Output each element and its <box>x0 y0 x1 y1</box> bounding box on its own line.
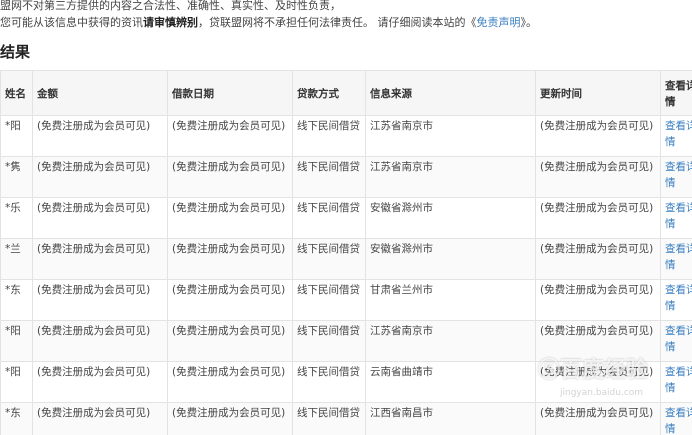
view-detail-link[interactable]: 查看详情 <box>665 284 692 312</box>
cell-amount: (免费注册成为会员可见) <box>32 115 168 157</box>
cell-source: 安徽省滁州市 <box>365 197 536 239</box>
disclaimer-suffix: 》。 <box>520 16 538 29</box>
cell-updated: (免费注册成为会员可见) <box>535 279 661 321</box>
cell-name: *阳 <box>0 115 33 157</box>
cell-source: 江苏省南京市 <box>365 320 536 362</box>
cell-date: (免费注册成为会员可见) <box>167 361 293 403</box>
cell-detail: 查看详情 <box>660 320 692 362</box>
header-updated: 更新时间 <box>535 70 661 116</box>
cell-updated: (免费注册成为会员可见) <box>535 197 661 239</box>
view-detail-link[interactable]: 查看详情 <box>665 161 692 189</box>
table-row: *兰 (免费注册成为会员可见) (免费注册成为会员可见) 线下民间借贷 安徽省滁州市 (免… <box>0 238 692 280</box>
cell-amount: (免费注册成为会员可见) <box>32 402 168 435</box>
cell-detail: 查看详情 <box>660 402 692 435</box>
results-table: 姓名 金额 借款日期 贷款方式 信息来源 更新时间 查看详情 *阳(免费注册成为… <box>0 70 692 435</box>
header-source: 信息来源 <box>365 70 536 116</box>
cell-detail: 查看详情 <box>660 115 692 157</box>
cell-method: 线下民间借贷 <box>292 197 366 239</box>
disclaimer-prefix: 您可能从该信息中获得的资讯 <box>0 16 143 29</box>
table-row: *阳 (免费注册成为会员可见) (免费注册成为会员可见) 线下民间借贷 江苏省南京市 (免… <box>0 115 692 157</box>
cell-date: (免费注册成为会员可见) <box>167 238 293 280</box>
header-amount: 金额 <box>32 70 168 116</box>
cell-updated: (免费注册成为会员可见) <box>535 115 661 157</box>
cell-updated: (免费注册成为会员可见) <box>535 402 661 435</box>
cell-source: 安徽省滁州市 <box>365 238 536 280</box>
cell-date: (免费注册成为会员可见) <box>167 320 293 362</box>
cell-method: 线下民间借贷 <box>292 361 366 403</box>
cell-amount: (免费注册成为会员可见) <box>32 238 168 280</box>
cell-date: (免费注册成为会员可见) <box>167 197 293 239</box>
view-detail-link[interactable]: 查看详情 <box>665 366 692 394</box>
cell-source: 江苏省南京市 <box>365 156 536 198</box>
cell-name: *阳 <box>0 320 33 362</box>
header-method: 贷款方式 <box>292 70 366 116</box>
cell-date: (免费注册成为会员可见) <box>167 115 293 157</box>
view-detail-link[interactable]: 查看详情 <box>665 202 692 230</box>
cell-amount: (免费注册成为会员可见) <box>32 156 168 198</box>
cell-name: *东 <box>0 279 33 321</box>
header-name: 姓名 <box>0 70 33 116</box>
disclaimer-link[interactable]: 免责声明 <box>477 16 521 29</box>
table-row: *东 (免费注册成为会员可见) (免费注册成为会员可见) 线下民间借贷 甘肃省兰州市 (免… <box>0 279 692 321</box>
results-title: 结果 <box>0 43 31 61</box>
cell-amount: (免费注册成为会员可见) <box>32 361 168 403</box>
cell-method: 线下民间借贷 <box>292 156 366 198</box>
cell-updated: (免费注册成为会员可见) <box>535 320 661 362</box>
disclaimer-middle: ，贷联盟网将不承担任何法律责任。 请仔细阅读本站的《 <box>198 16 477 29</box>
cell-amount: (免费注册成为会员可见) <box>32 320 168 362</box>
cell-detail: 查看详情 <box>660 156 692 198</box>
cell-method: 线下民间借贷 <box>292 279 366 321</box>
view-detail-link[interactable]: 查看详情 <box>665 407 692 435</box>
cell-method: 线下民间借贷 <box>292 238 366 280</box>
cell-name: *兰 <box>0 238 33 280</box>
cell-name: *乐 <box>0 197 33 239</box>
table-row: *阳 (免费注册成为会员可见) (免费注册成为会员可见) 线下民间借贷 云南省曲靖市 (免… <box>0 361 692 403</box>
table-row: *隽 (免费注册成为会员可见) (免费注册成为会员可见) 线下民间借贷 江苏省南京市 (免… <box>0 156 692 198</box>
cell-detail: 查看详情 <box>660 279 692 321</box>
cell-updated: (免费注册成为会员可见) <box>535 361 661 403</box>
cell-source: 云南省曲靖市 <box>365 361 536 403</box>
cell-source: 江西省南昌市 <box>365 402 536 435</box>
cell-name: *东 <box>0 402 33 435</box>
cell-updated: (免费注册成为会员可见) <box>535 238 661 280</box>
table-row: *东 (免费注册成为会员可见) (免费注册成为会员可见) 线下民间借贷 江西省南昌市 (免… <box>0 402 692 435</box>
table-row: *乐 (免费注册成为会员可见) (免费注册成为会员可见) 线下民间借贷 安徽省滁州市 (免… <box>0 197 692 239</box>
view-detail-link[interactable]: 查看详情 <box>665 325 692 353</box>
cell-amount: (免费注册成为会员可见) <box>32 279 168 321</box>
header-date: 借款日期 <box>167 70 293 116</box>
cell-source: 甘肃省兰州市 <box>365 279 536 321</box>
cell-updated: (免费注册成为会员可见) <box>535 156 661 198</box>
view-detail-link[interactable]: 查看详情 <box>665 120 692 148</box>
table-header-row: 姓名 金额 借款日期 贷款方式 信息来源 更新时间 查看详情 <box>0 70 692 116</box>
cell-method: 线下民间借贷 <box>292 320 366 362</box>
cell-detail: 查看详情 <box>660 197 692 239</box>
cell-date: (免费注册成为会员可见) <box>167 279 293 321</box>
header-detail: 查看详情 <box>660 70 692 116</box>
cell-date: (免费注册成为会员可见) <box>167 156 293 198</box>
cell-detail: 查看详情 <box>660 238 692 280</box>
table-row: *阳 (免费注册成为会员可见) (免费注册成为会员可见) 线下民间借贷 江苏省南京市 (免… <box>0 320 692 362</box>
disclaimer-line-1: 盟网不对第三方提供的内容之合法性、准确性、真实性、及时性负责， <box>0 0 341 12</box>
disclaimer-bold: 请审慎辨别 <box>143 16 198 29</box>
cell-name: *阳 <box>0 361 33 403</box>
cell-source: 江苏省南京市 <box>365 115 536 157</box>
cell-detail: 查看详情 <box>660 361 692 403</box>
view-detail-link[interactable]: 查看详情 <box>665 243 692 271</box>
disclaimer-line-2: 您可能从该信息中获得的资讯请审慎辨别，贷联盟网将不承担任何法律责任。 请仔细阅读… <box>0 16 537 30</box>
cell-amount: (免费注册成为会员可见) <box>32 197 168 239</box>
cell-name: *隽 <box>0 156 33 198</box>
cell-method: 线下民间借贷 <box>292 115 366 157</box>
cell-method: 线下民间借贷 <box>292 402 366 435</box>
cell-date: (免费注册成为会员可见) <box>167 402 293 435</box>
